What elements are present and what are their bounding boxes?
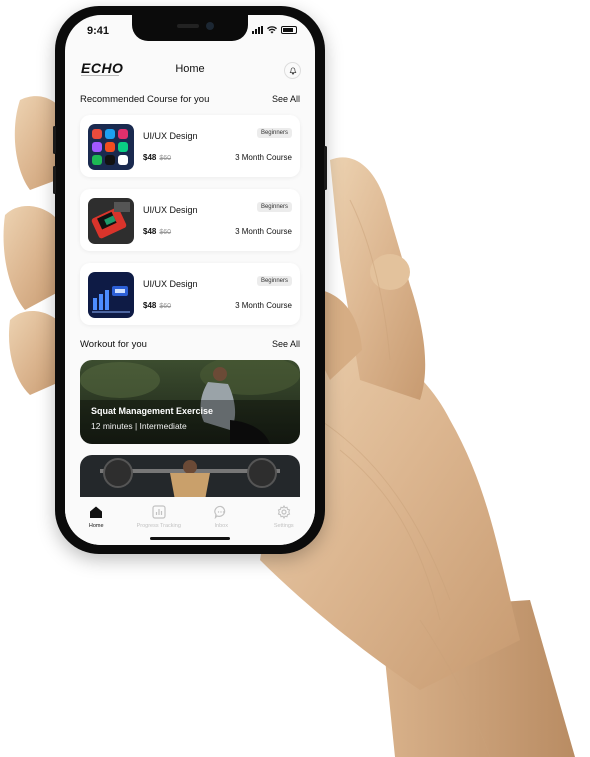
course-price: $48 $60 [143,301,172,310]
course-old-price: $60 [159,229,172,236]
course-card[interactable]: UI/UX Design $48 $60 Beginners 3 Month Co… [80,263,300,325]
workout-see-all-link[interactable]: See All [272,339,300,350]
workout-meta: 12 minutes | Intermediate [91,421,187,431]
course-price: $48 $60 [143,227,172,236]
course-duration: 3 Month Course [235,301,292,310]
course-card[interactable]: UI/UX Design $48 $60 Beginners 3 Month Co… [80,115,300,177]
workout-title: Workout for you [80,339,147,350]
recommended-title: Recommended Course for you [80,94,210,105]
workout-header: Workout for you See All [80,339,300,350]
nav-home[interactable]: Home [66,497,126,545]
course-duration: 3 Month Course [235,153,292,162]
course-thumbnail [88,198,134,244]
level-badge: Beginners [256,128,292,138]
notch [132,15,248,41]
home-icon [90,506,103,518]
logo-tagline [81,75,119,76]
course-old-price: $60 [159,155,172,162]
nav-settings[interactable]: Settings [254,497,314,545]
gear-icon [277,505,290,519]
volume-button [53,166,56,194]
nav-label: Progress Tracking [136,523,181,529]
level-badge: Beginners [256,276,292,286]
course-name: UI/UX Design [143,131,198,141]
level-badge: Beginners [256,202,292,212]
seo-analytics-icon [88,272,134,318]
chart-icon [152,505,166,519]
signal-icon [252,26,263,34]
course-thumbnail [88,124,134,170]
workout-card[interactable]: Squat Management Exercise 12 minutes | I… [80,360,300,444]
course-name: UI/UX Design [143,279,198,289]
wifi-icon [267,26,277,34]
course-price: $48 $60 [143,153,172,162]
course-card[interactable]: UI/UX Design $48 $60 Beginners 3 Month Co… [80,189,300,251]
phone-device: 9:41 ECHO Home Recommended Course for yo… [53,6,327,554]
nav-label: Home [88,523,104,529]
power-button [324,146,327,190]
battery-icon [281,26,297,34]
app-screen: 9:41 ECHO Home Recommended Course for yo… [65,15,315,545]
home-indicator [150,537,230,540]
bell-icon [289,66,296,75]
page-title: Home [175,63,205,75]
chat-icon [214,505,226,519]
recommended-see-all-link[interactable]: See All [272,94,300,105]
workout-photo [80,360,300,444]
course-old-price: $60 [159,303,172,310]
status-time: 9:41 [87,25,110,37]
course-duration: 3 Month Course [235,227,292,236]
nav-label: Settings [273,523,294,529]
workout-name: Squat Management Exercise [91,406,214,416]
status-icons [252,26,297,34]
app-icons-collage-icon [88,124,134,170]
course-name: UI/UX Design [143,205,198,215]
volume-button [53,126,56,154]
notification-button[interactable] [284,62,301,79]
course-thumbnail [88,272,134,318]
nav-label: Inbox [214,523,228,529]
recommended-header: Recommended Course for you See All [80,94,300,105]
device-mockup-icon [88,198,134,244]
